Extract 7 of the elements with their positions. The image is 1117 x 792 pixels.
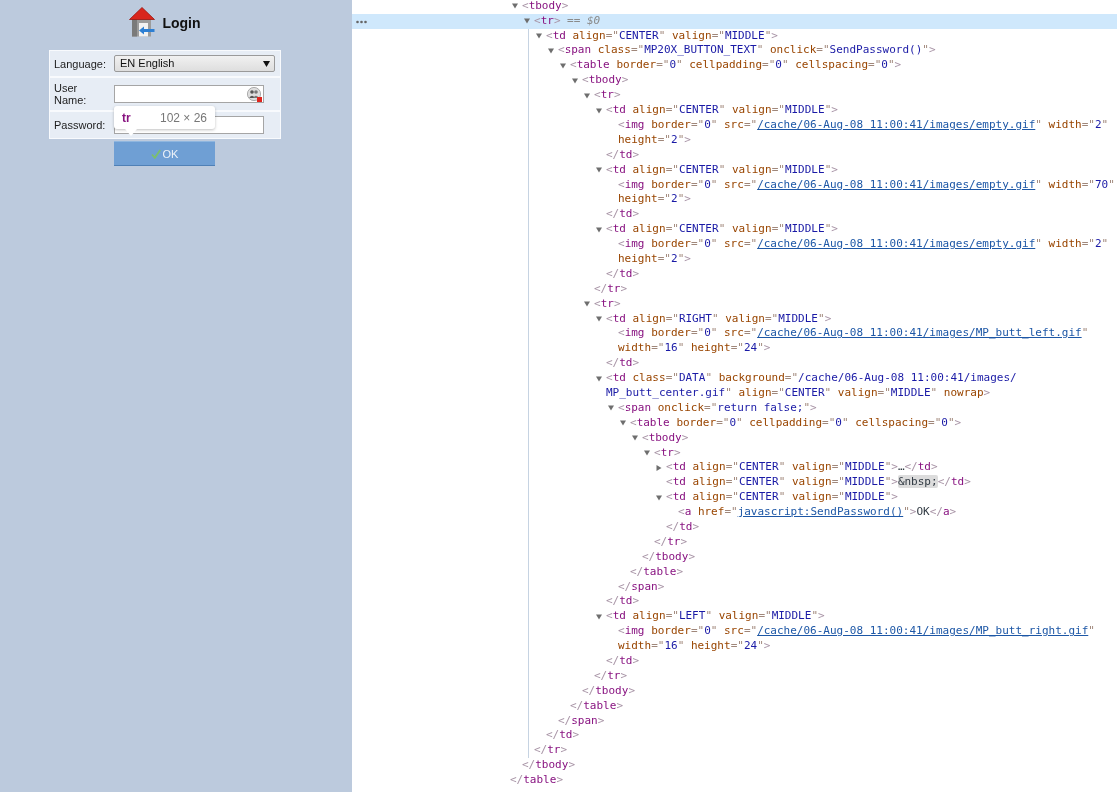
tooltip-tag-name: tr — [122, 110, 131, 125]
console-reference-label: == $0 — [567, 13, 601, 29]
field-label: Language: — [53, 57, 107, 70]
field-label: Password: — [53, 119, 107, 131]
login-title: Login — [162, 14, 201, 31]
field-label: User Name: — [53, 82, 88, 106]
tooltip-size: 102 × 26 — [159, 110, 207, 125]
